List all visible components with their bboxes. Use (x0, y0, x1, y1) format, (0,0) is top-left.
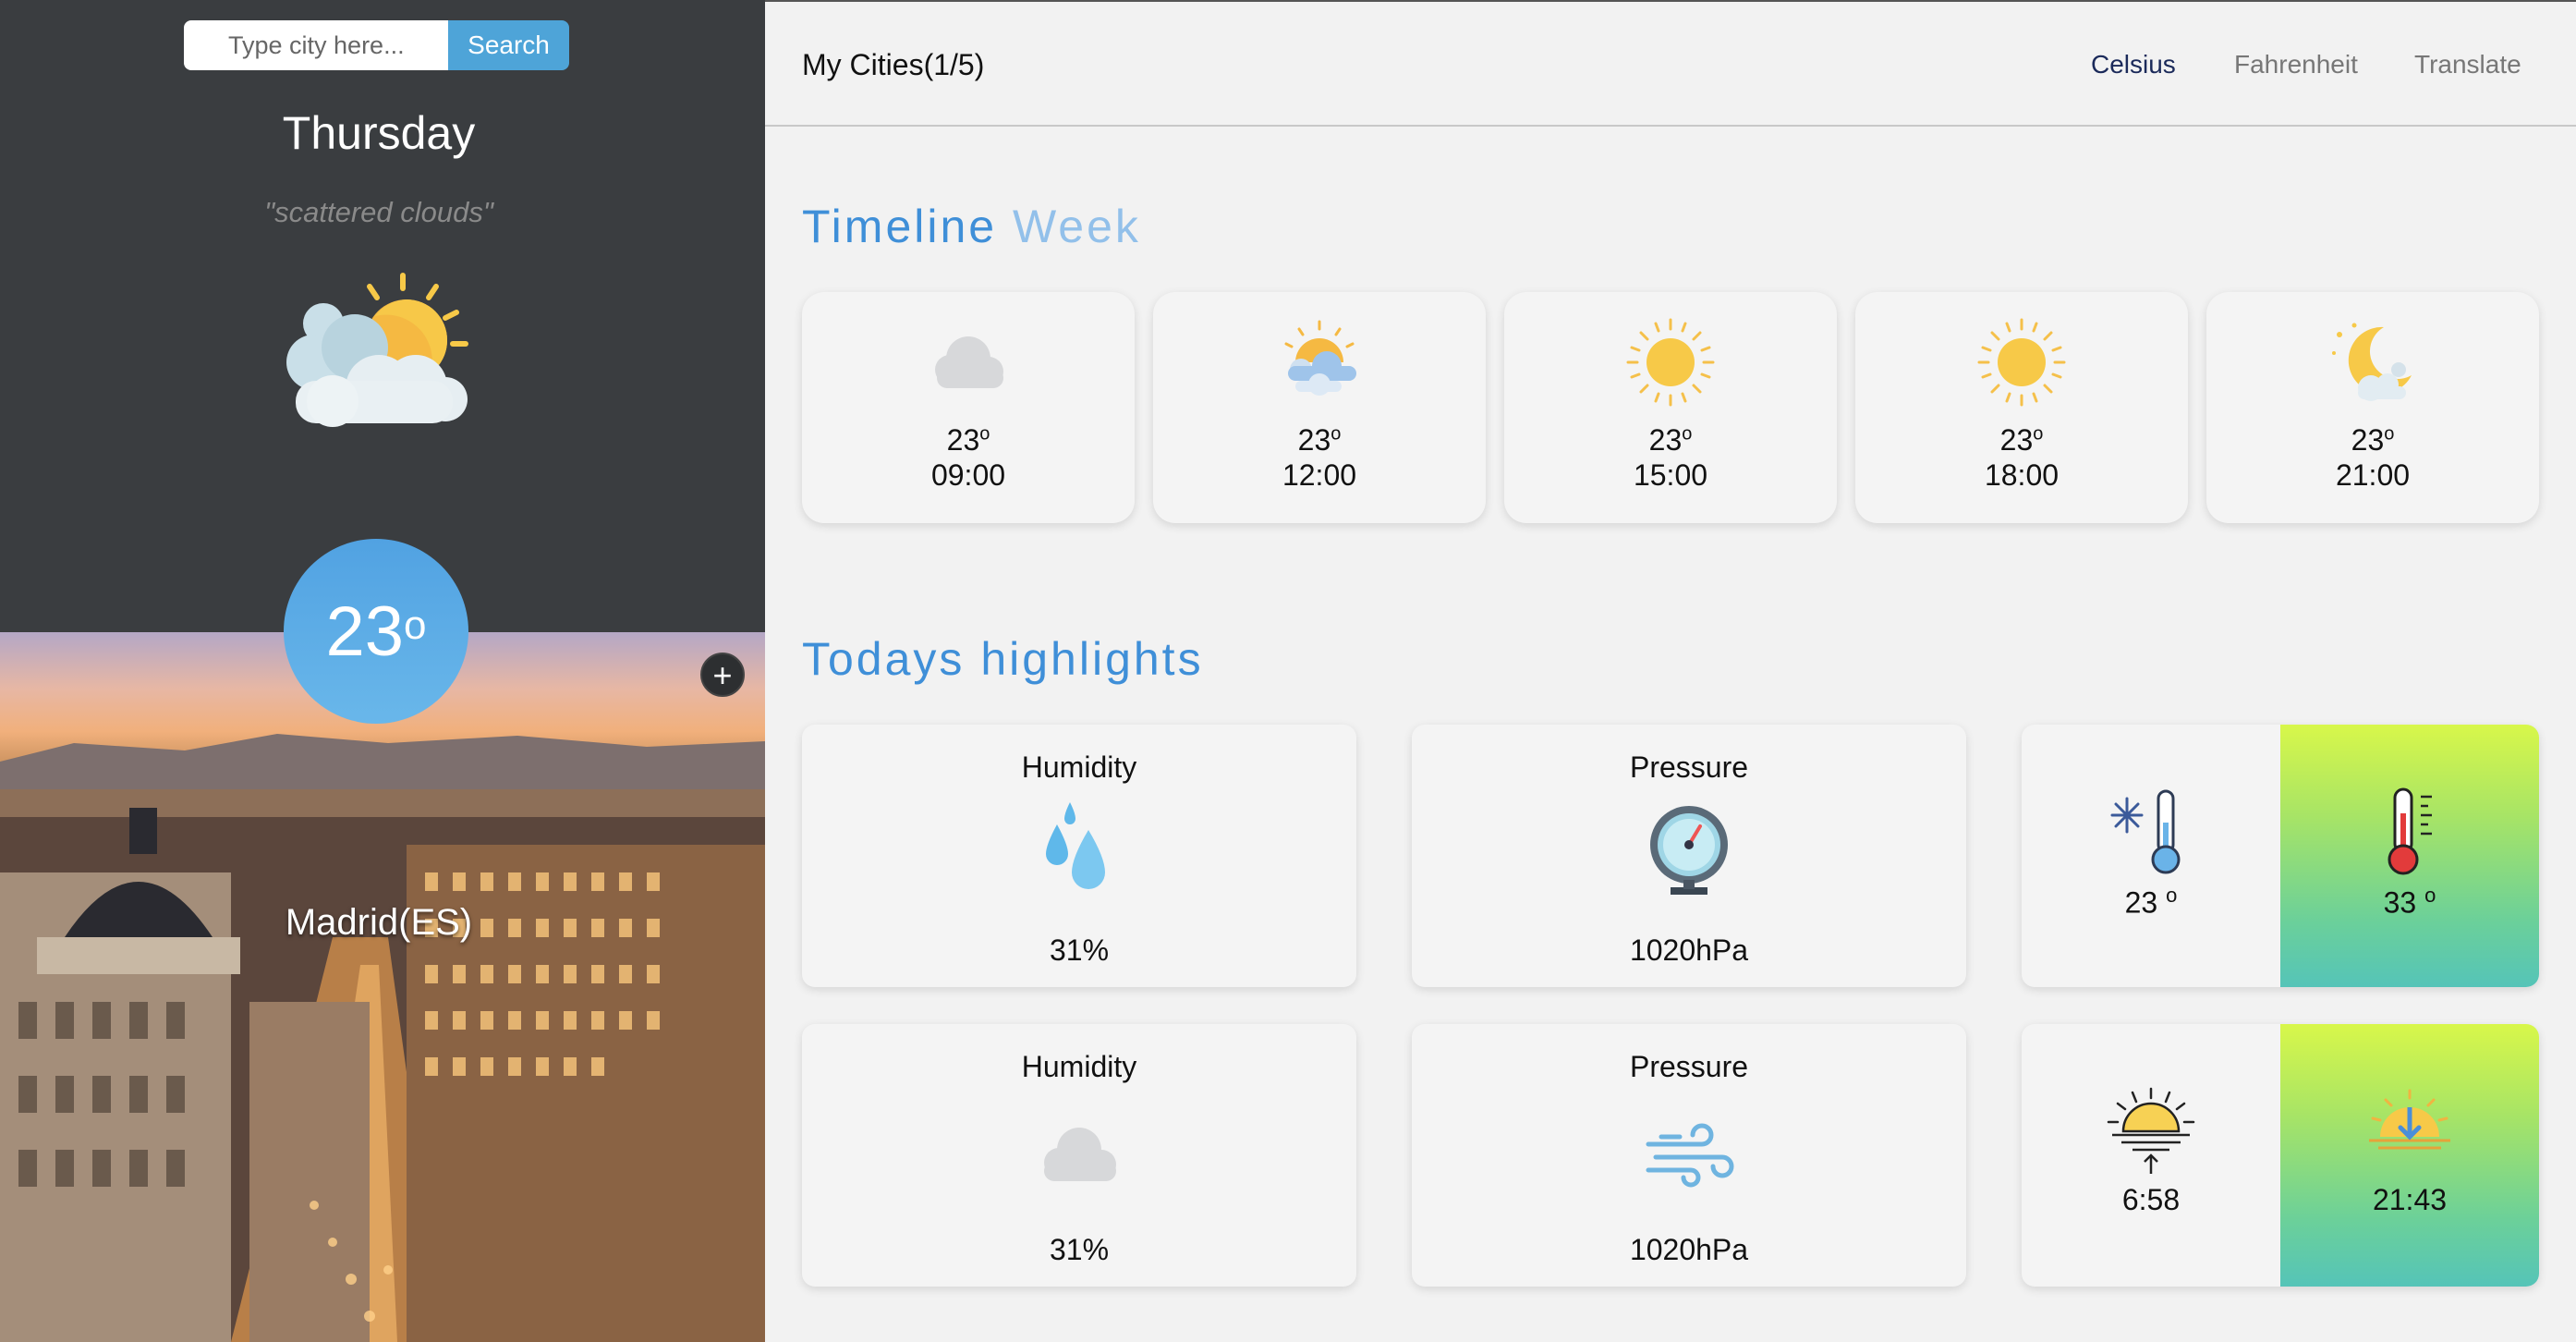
pressure-card: Pressure 1020hPa (1412, 1024, 1966, 1287)
cold-thermometer-icon (2110, 789, 2181, 874)
degree-mark: o (979, 423, 990, 445)
city-photo (0, 632, 765, 1342)
min-temperature: 23 o (2022, 884, 2280, 921)
water-drops-icon (1046, 802, 1105, 889)
fahrenheit-link[interactable]: Fahrenheit (2234, 50, 2358, 79)
highlight-label: Humidity (1021, 1050, 1137, 1083)
sunset-icon (2369, 1089, 2450, 1150)
sunset-time: 21:43 (2372, 1183, 2448, 1216)
sun-times-card: 6:58 21:43 (2022, 1024, 2539, 1287)
timeline-time: 18:00 (1984, 458, 2060, 492)
degree-mark: o (2166, 884, 2178, 907)
timeline-time: 15:00 (1633, 458, 1708, 492)
timeline-time: 12:00 (1282, 458, 1357, 492)
highlight-value: 31% (1049, 933, 1110, 967)
top-bar: My Cities(1/5) Celsius Fahrenheit Transl… (765, 0, 2576, 127)
timeline-card: 23o 18:00 (1855, 292, 2188, 523)
highlight-value: 31% (1049, 1233, 1110, 1266)
temperature-range-card: 23 o 33 o (2022, 725, 2539, 987)
highlight-label: Pressure (1629, 1050, 1749, 1083)
timeline-temp-value: 23 (1999, 423, 2034, 457)
current-temperature: 23 o (284, 539, 468, 724)
degree-mark: o (1331, 423, 1342, 445)
max-temperature-value: 33 (2383, 885, 2425, 920)
sunrise-time: 6:58 (2121, 1183, 2181, 1216)
cloud-icon (1044, 1128, 1116, 1181)
pressure-card: Pressure 1020hPa (1412, 725, 1966, 987)
degree-mark: o (1682, 423, 1693, 445)
timeline-temp: 23o (802, 423, 1135, 458)
timeline-temp-value: 23 (1648, 423, 1683, 457)
cloud-icon (935, 336, 1003, 388)
search-button[interactable]: Search (448, 20, 569, 70)
sun-behind-cloud-icon (1284, 320, 1356, 396)
my-cities-label[interactable]: My Cities(1/5) (802, 48, 984, 82)
humidity-card: Humidity 31% (802, 1024, 1356, 1287)
degree-mark: o (2384, 423, 2395, 445)
timeline-card: 23o 15:00 (1504, 292, 1837, 523)
highlight-label: Humidity (1021, 750, 1137, 784)
timeline-temp: 23o (1504, 423, 1837, 458)
hot-thermometer-icon (2388, 787, 2432, 875)
timeline-title: Timeline Week (802, 200, 1141, 253)
min-temperature-value: 23 (2124, 885, 2167, 920)
translate-link[interactable]: Translate (2414, 50, 2521, 79)
degree-mark: o (404, 603, 427, 648)
timeline-title-week: Week (1013, 201, 1141, 252)
add-city-button[interactable]: + (700, 653, 745, 697)
degree-mark: o (2424, 884, 2436, 907)
timeline-time: 21:00 (2335, 458, 2411, 492)
city-name: Madrid(ES) (285, 902, 473, 943)
timeline-temp: 23o (1855, 423, 2188, 458)
city-search-input[interactable] (184, 20, 448, 70)
wind-icon (1646, 1123, 1734, 1188)
degree-mark: o (2033, 423, 2044, 445)
search-bar: Search (184, 20, 569, 70)
sun-icon (1977, 318, 2066, 407)
weather-description: "scattered clouds" (264, 196, 493, 228)
timeline-temp-value: 23 (946, 423, 980, 457)
timeline-title-main: Timeline (802, 201, 998, 252)
celsius-link[interactable]: Celsius (2091, 50, 2176, 79)
timeline-temp: 23o (2206, 423, 2539, 458)
moon-cloud-icon (2332, 323, 2412, 401)
timeline-time: 09:00 (930, 458, 1006, 492)
highlights-title: Todays highlights (802, 633, 1204, 685)
pressure-gauge-icon (1650, 806, 1728, 895)
highlight-value: 1020hPa (1629, 1233, 1749, 1266)
highlight-label: Pressure (1629, 750, 1749, 784)
sunrise-icon (2107, 1087, 2195, 1174)
max-temperature: 33 o (2280, 884, 2539, 921)
current-temperature-value: 23 (325, 592, 405, 671)
current-day: Thursday (282, 107, 476, 159)
city-skyline-image (0, 734, 765, 1342)
sun-behind-clouds-icon (286, 273, 468, 427)
timeline-card: 23o 21:00 (2206, 292, 2539, 523)
timeline-temp-value: 23 (2351, 423, 2385, 457)
sun-icon (1626, 318, 1715, 407)
humidity-card: Humidity 31% (802, 725, 1356, 987)
timeline-temp-value: 23 (1297, 423, 1331, 457)
timeline-card: 23o 12:00 (1153, 292, 1486, 523)
timeline-temp: 23o (1153, 423, 1486, 458)
timeline-card: 23o 09:00 (802, 292, 1135, 523)
highlight-value: 1020hPa (1629, 933, 1749, 967)
